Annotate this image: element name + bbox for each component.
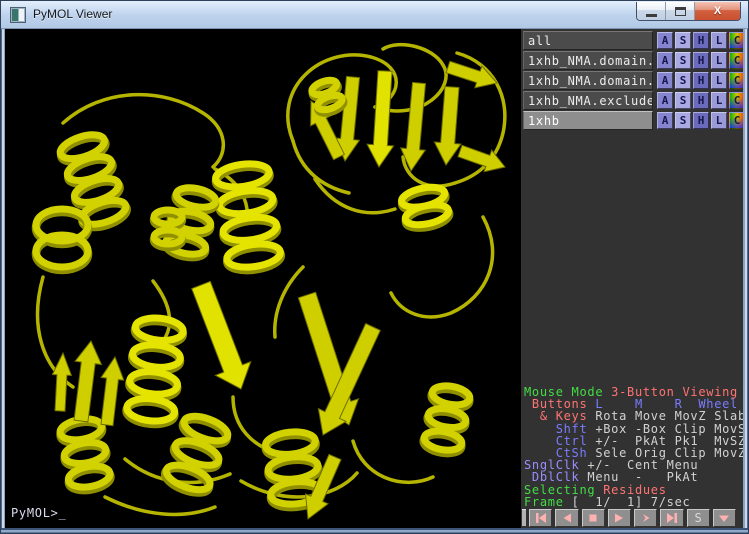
hide-button[interactable]: H bbox=[693, 92, 709, 109]
hide-button[interactable]: H bbox=[693, 32, 709, 49]
molecule-canvas[interactable] bbox=[5, 29, 521, 528]
skip-start-icon bbox=[534, 512, 548, 524]
action-button[interactable]: A bbox=[657, 112, 673, 129]
mouse-mode-panel: Mouse Mode 3-Button Viewing Buttons L M … bbox=[524, 386, 746, 508]
skip-to-start-button[interactable] bbox=[529, 509, 552, 527]
close-button[interactable]: X bbox=[695, 2, 740, 20]
object-row: allASHLC bbox=[521, 31, 746, 50]
playback-buttons: S bbox=[529, 509, 736, 527]
command-prompt[interactable]: PyMOL>_ bbox=[11, 506, 66, 520]
window-controls: X bbox=[636, 2, 741, 21]
control-panel: allASHLC1xhb_NMA.domain.ASHLC1xhb_NMA.do… bbox=[521, 29, 746, 528]
close-icon: X bbox=[714, 5, 721, 17]
play-icon bbox=[612, 512, 626, 524]
play-button[interactable] bbox=[608, 509, 631, 527]
stop-icon bbox=[586, 512, 600, 524]
object-name[interactable]: 1xhb_NMA.domain. bbox=[523, 51, 653, 70]
window-border-bottom bbox=[1, 528, 748, 534]
action-button[interactable]: A bbox=[657, 72, 673, 89]
show-button[interactable]: S bbox=[675, 72, 691, 89]
maximize-button[interactable] bbox=[666, 2, 695, 20]
object-name[interactable]: 1xhb bbox=[523, 111, 653, 130]
skip-to-end-button[interactable] bbox=[660, 509, 683, 527]
stop-button[interactable] bbox=[582, 509, 605, 527]
label-button[interactable]: L bbox=[711, 92, 727, 109]
action-button[interactable]: A bbox=[657, 92, 673, 109]
window-title: PyMOL Viewer bbox=[33, 7, 112, 21]
step-forward-icon bbox=[639, 512, 653, 524]
object-row: 1xhb_NMA.domain.ASHLC bbox=[521, 71, 746, 90]
viewport[interactable]: PyMOL>_ bbox=[5, 29, 521, 528]
object-row: 1xhb_NMA.domain.ASHLC bbox=[521, 51, 746, 70]
hide-button[interactable]: H bbox=[693, 112, 709, 129]
action-button[interactable]: A bbox=[657, 32, 673, 49]
show-button[interactable]: S bbox=[675, 92, 691, 109]
step-forward-button[interactable] bbox=[634, 509, 657, 527]
window-border-right bbox=[743, 29, 748, 534]
show-button[interactable]: S bbox=[675, 32, 691, 49]
mouse-panel-line: Frame [ 1/ 1] 7/sec bbox=[524, 496, 746, 508]
show-button[interactable]: S bbox=[675, 52, 691, 69]
skip-end-icon bbox=[665, 512, 679, 524]
app-icon bbox=[10, 7, 26, 23]
label-button[interactable]: L bbox=[711, 52, 727, 69]
playback-bar: S bbox=[521, 508, 746, 527]
scene-button[interactable]: S bbox=[687, 509, 710, 527]
minimize-button[interactable] bbox=[637, 2, 666, 20]
window-border-left bbox=[1, 29, 5, 534]
object-name[interactable]: all bbox=[523, 31, 653, 50]
menu-button[interactable] bbox=[713, 509, 736, 527]
object-list: allASHLC1xhb_NMA.domain.ASHLC1xhb_NMA.do… bbox=[521, 29, 746, 130]
scene-label: S bbox=[695, 511, 702, 525]
show-button[interactable]: S bbox=[675, 112, 691, 129]
down-arrow-icon bbox=[717, 512, 731, 524]
hide-button[interactable]: H bbox=[693, 52, 709, 69]
hide-button[interactable]: H bbox=[693, 72, 709, 89]
label-button[interactable]: L bbox=[711, 72, 727, 89]
step-back-button[interactable] bbox=[555, 509, 578, 527]
object-row: 1xhbASHLC bbox=[521, 111, 746, 130]
label-button[interactable]: L bbox=[711, 32, 727, 49]
object-row: 1xhb_NMA.excludeASHLC bbox=[521, 91, 746, 110]
object-name[interactable]: 1xhb_NMA.domain. bbox=[523, 71, 653, 90]
action-button[interactable]: A bbox=[657, 52, 673, 69]
playbar-handle[interactable] bbox=[522, 509, 526, 527]
title-bar[interactable]: PyMOL Viewer X bbox=[1, 1, 748, 29]
step-back-icon bbox=[560, 512, 574, 524]
object-name[interactable]: 1xhb_NMA.exclude bbox=[523, 91, 653, 110]
pymol-window: PyMOL Viewer X PyMOL>_ allASHLC1xhb_NMA.… bbox=[0, 0, 749, 534]
minimize-icon bbox=[646, 14, 657, 17]
label-button[interactable]: L bbox=[711, 112, 727, 129]
maximize-icon bbox=[675, 7, 686, 16]
